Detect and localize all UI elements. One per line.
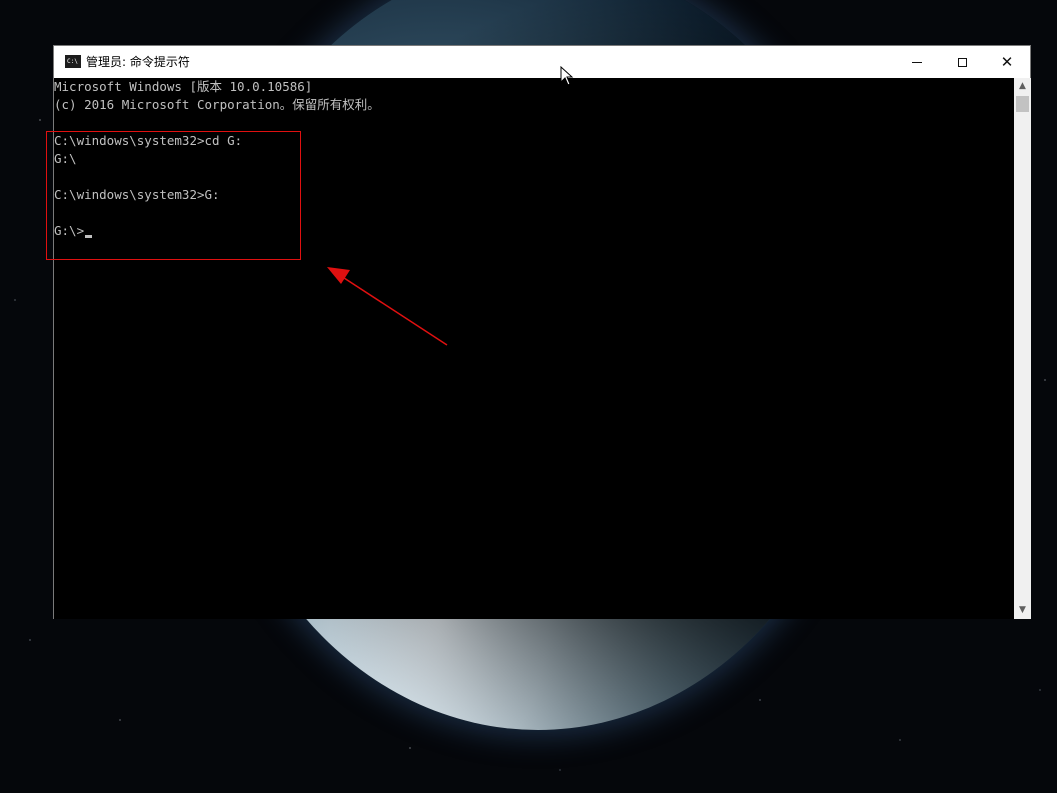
mouse-pointer-icon <box>560 66 574 86</box>
annotation-arrow <box>327 267 448 346</box>
